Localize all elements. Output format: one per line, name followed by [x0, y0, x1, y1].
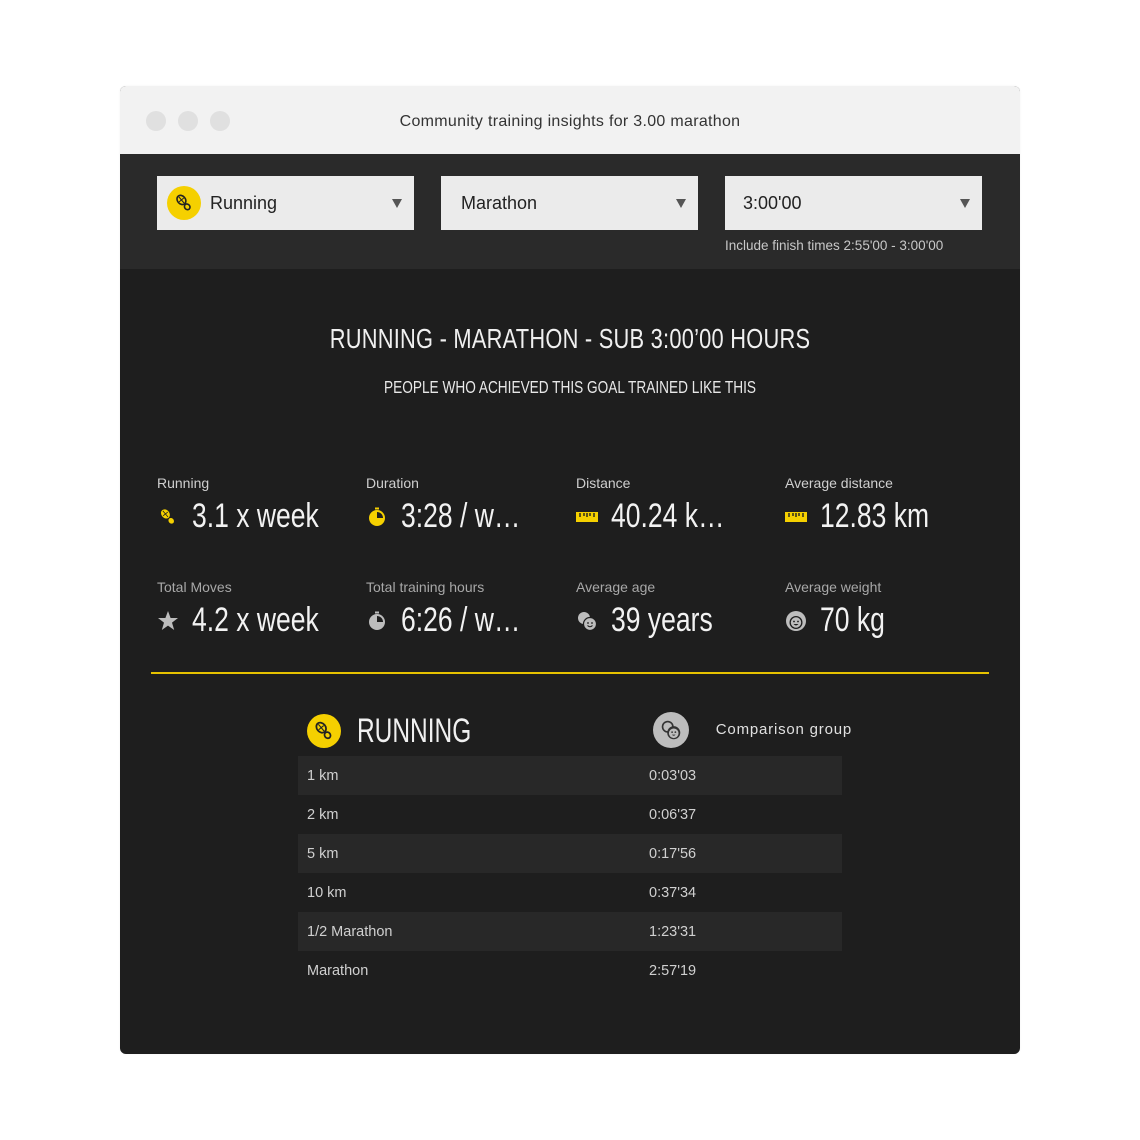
goal-heading: RUNNING - MARATHON - SUB 3:00’00 HOURS: [329, 323, 811, 354]
stat-label: Average age: [576, 579, 656, 595]
stat-label: Duration: [366, 475, 419, 491]
record-distance: 5 km: [307, 845, 339, 862]
stat-total-moves: Total Moves 4.2 x week: [157, 579, 357, 640]
stat-average-distance: Average distance 12.83 km: [785, 475, 985, 536]
record-distance: 10 km: [307, 884, 347, 901]
running-shoe-icon: [157, 506, 179, 528]
event-select[interactable]: Marathon: [441, 176, 698, 230]
stat-value: 3.1 x week: [192, 497, 319, 535]
stat-value: 4.2 x week: [192, 601, 319, 639]
stat-label: Average distance: [785, 475, 893, 491]
stat-value: 12.83 km: [820, 497, 930, 535]
star-icon: [157, 610, 179, 632]
record-time: 2:57'19: [649, 962, 697, 979]
stat-value: 70 kg: [820, 601, 885, 639]
time-select[interactable]: 3:00'00: [725, 176, 982, 230]
stat-duration: Duration 3:28 / week: [366, 475, 566, 536]
table-row: 10 km 0:37'34: [298, 873, 842, 912]
finish-time-hint: Include finish times 2:55'00 - 3:00'00: [725, 238, 944, 253]
records-table: 1 km 0:03'03 2 km 0:06'37 5 km 0:17'56 1…: [298, 756, 842, 990]
event-select-value: Marathon: [461, 192, 538, 213]
stat-value: 6:26 / week: [401, 601, 530, 639]
stat-label: Total training hours: [366, 579, 485, 595]
running-shoe-icon: [307, 714, 341, 748]
stat-value: 40.24 km / week: [611, 497, 740, 535]
person-face-icon: [785, 610, 807, 632]
record-distance: 1 km: [307, 767, 339, 784]
stopwatch-icon: [366, 610, 388, 632]
record-time: 0:06'37: [649, 806, 697, 823]
record-distance: 2 km: [307, 806, 339, 823]
table-row: Marathon 2:57'19: [298, 951, 842, 990]
table-row: 1/2 Marathon 1:23'31: [298, 912, 842, 951]
stat-average-weight: Average weight 70 kg: [785, 579, 985, 640]
sport-select-value: Running: [210, 192, 278, 213]
record-time: 0:37'34: [649, 884, 697, 901]
stat-value: 3:28 / week: [401, 497, 530, 535]
table-row: 1 km 0:03'03: [298, 756, 842, 795]
comparison-group-label: Comparison group: [715, 721, 852, 738]
stat-label: Running: [157, 475, 210, 491]
record-distance: Marathon: [307, 962, 369, 979]
goal-subheading: PEOPLE WHO ACHIEVED THIS GOAL TRAINED LI…: [384, 377, 756, 397]
stat-average-age: Average age 39 years: [576, 579, 776, 640]
window-title: Community training insights for 3.00 mar…: [399, 113, 741, 130]
stat-label: Average weight: [785, 579, 882, 595]
record-time: 0:03'03: [649, 767, 697, 784]
ruler-icon: [576, 506, 598, 528]
chevron-down-icon: [960, 199, 970, 208]
comparison-group-icon: [653, 712, 689, 748]
stats-divider: [151, 672, 989, 674]
stat-running: Running 3.1 x week: [157, 475, 357, 536]
chevron-down-icon: [392, 199, 402, 208]
stat-distance: Distance 40.24 km / week: [576, 475, 776, 536]
title-bar: Community training insights for 3.00 mar…: [120, 86, 1020, 154]
filter-bar: Running Marathon 3:00'00 Include finish …: [120, 154, 1020, 269]
record-time: 1:23'31: [649, 923, 697, 940]
ruler-icon: [785, 506, 807, 528]
record-distance: 1/2 Marathon: [307, 923, 393, 940]
record-time: 0:17'56: [649, 845, 697, 862]
app-window: Community training insights for 3.00 mar…: [120, 86, 1020, 1054]
records-sport-label: RUNNING: [357, 712, 472, 750]
stopwatch-icon: [366, 506, 388, 528]
time-select-value: 3:00'00: [743, 192, 802, 213]
table-row: 2 km 0:06'37: [298, 795, 842, 834]
records-header: RUNNING Comparison group: [307, 709, 852, 755]
stat-total-training-hours: Total training hours 6:26 / week: [366, 579, 566, 640]
table-row: 5 km 0:17'56: [298, 834, 842, 873]
stat-label: Distance: [576, 475, 631, 491]
stat-label: Total Moves: [157, 579, 232, 595]
people-icon: [576, 610, 598, 632]
chevron-down-icon: [676, 199, 686, 208]
stat-value: 39 years: [611, 601, 713, 639]
sport-select[interactable]: Running: [157, 176, 414, 230]
running-shoe-icon: [167, 186, 201, 220]
